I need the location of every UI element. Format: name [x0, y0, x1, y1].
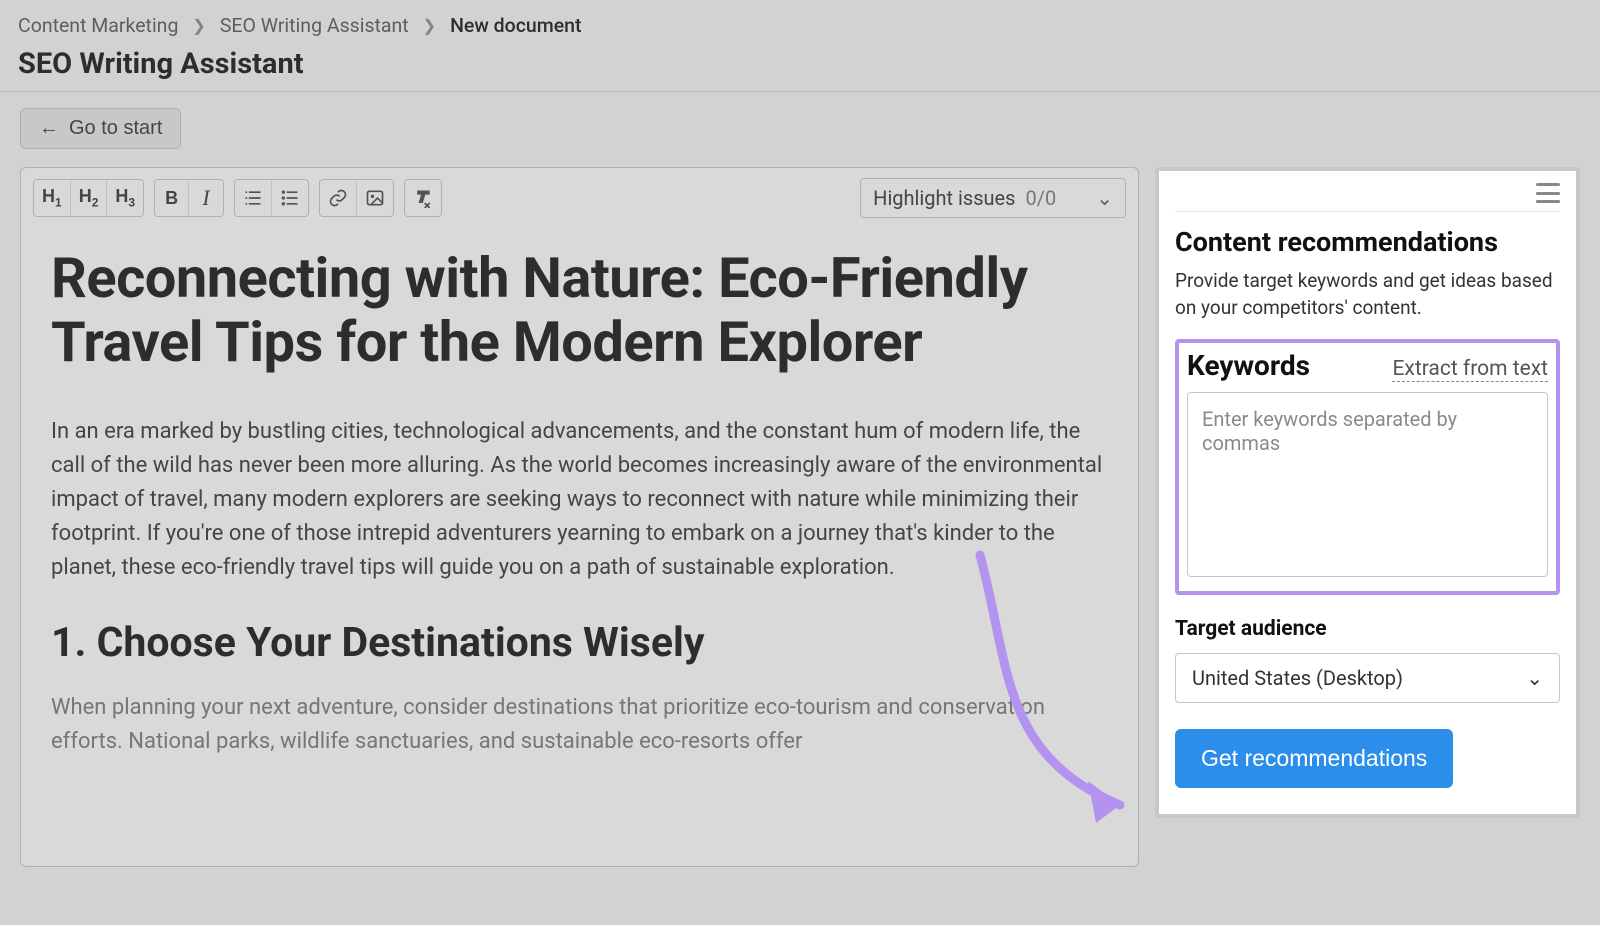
unordered-list-button[interactable] [272, 180, 308, 216]
breadcrumb-item[interactable]: SEO Writing Assistant [220, 14, 409, 37]
keywords-section: Keywords Extract from text [1175, 339, 1560, 595]
go-to-start-button[interactable]: ← Go to start [20, 108, 181, 149]
document-title[interactable]: Reconnecting with Nature: Eco-Friendly T… [51, 246, 1108, 375]
recommendations-sidebar: Content recommendations Provide target k… [1155, 167, 1580, 818]
editor-toolbar: H1 H2 H3 B I [21, 168, 1138, 228]
menu-icon[interactable] [1536, 183, 1560, 203]
breadcrumb-item-current: New document [450, 14, 581, 37]
editor-pane: H1 H2 H3 B I [20, 167, 1139, 867]
image-icon [365, 188, 385, 208]
heading1-button[interactable]: H1 [34, 180, 71, 216]
keywords-input[interactable] [1187, 392, 1548, 577]
bold-button[interactable]: B [155, 180, 189, 216]
ordered-list-button[interactable] [235, 180, 272, 216]
extract-from-text-link[interactable]: Extract from text [1392, 357, 1548, 382]
unordered-list-icon [280, 188, 300, 208]
breadcrumb-item[interactable]: Content Marketing [18, 14, 178, 37]
clear-format-icon [413, 188, 433, 208]
chevron-right-icon: ❯ [423, 16, 436, 35]
target-audience-select[interactable]: United States (Desktop) ⌄ [1175, 653, 1560, 703]
link-icon [328, 188, 348, 208]
image-button[interactable] [357, 180, 393, 216]
highlight-issues-dropdown[interactable]: Highlight issues 0/0 ⌄ [860, 178, 1126, 218]
chevron-right-icon: ❯ [192, 16, 205, 35]
get-recommendations-button[interactable]: Get recommendations [1175, 729, 1453, 788]
sidebar-heading: Content recommendations [1175, 226, 1560, 258]
document-heading[interactable]: 1. Choose Your Destinations Wisely [51, 619, 1108, 667]
italic-button[interactable]: I [189, 180, 223, 216]
document-paragraph[interactable]: When planning your next adventure, consi… [51, 691, 1108, 759]
sidebar-description: Provide target keywords and get ideas ba… [1175, 268, 1560, 321]
keywords-label: Keywords [1187, 349, 1310, 382]
highlight-issues-label: Highlight issues [873, 186, 1015, 210]
target-audience-value: United States (Desktop) [1192, 666, 1403, 690]
go-to-start-label: Go to start [69, 117, 162, 140]
chevron-down-icon: ⌄ [1096, 186, 1113, 210]
ordered-list-icon [243, 188, 263, 208]
arrow-left-icon: ← [39, 117, 59, 140]
breadcrumb: Content Marketing ❯ SEO Writing Assistan… [18, 14, 1582, 37]
chevron-down-icon: ⌄ [1526, 666, 1543, 690]
heading2-button[interactable]: H2 [71, 180, 108, 216]
highlight-issues-count: 0/0 [1026, 186, 1057, 210]
page-title: SEO Writing Assistant [18, 47, 1582, 81]
target-audience-label: Target audience [1175, 617, 1560, 641]
link-button[interactable] [320, 180, 357, 216]
clear-format-button[interactable] [405, 180, 441, 216]
heading3-button[interactable]: H3 [107, 180, 143, 216]
document-paragraph[interactable]: In an era marked by bustling cities, tec… [51, 415, 1108, 585]
document-body[interactable]: Reconnecting with Nature: Eco-Friendly T… [21, 228, 1138, 823]
